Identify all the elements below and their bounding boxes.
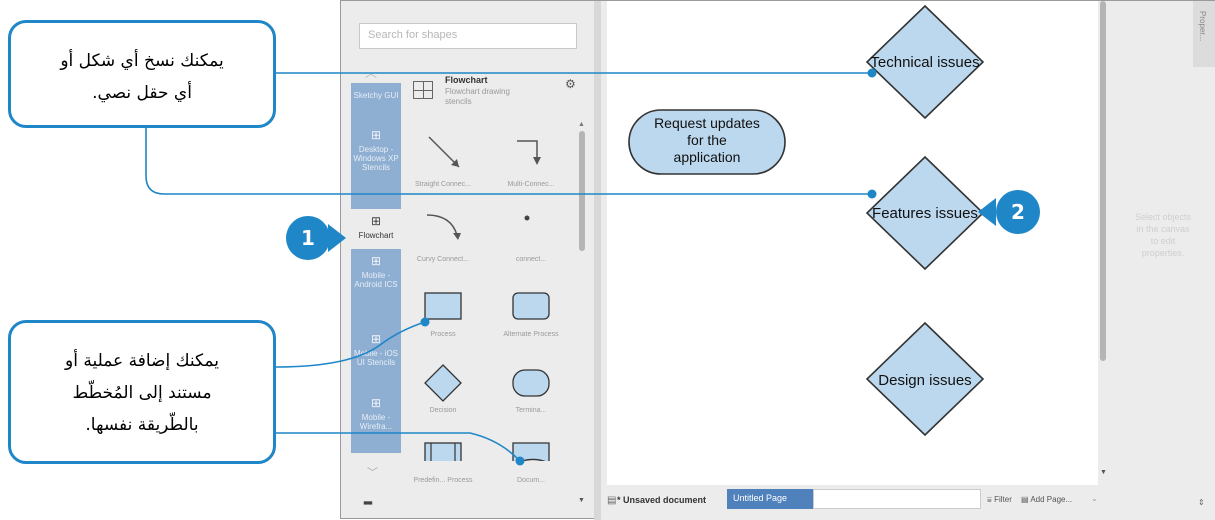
badge-pointer [328,224,346,252]
callout-line: أي حقل نصي. [92,83,192,103]
callout-line: مستند إلى المُخطّط [72,383,212,403]
callout-line: يمكنك نسخ أي شكل أو [60,51,224,71]
callout-line: بالطّريقة نفسها. [85,415,199,435]
badge-pointer [978,198,996,226]
step-badge-2: 2 [996,190,1040,234]
step-badge-1: 1 [286,216,330,260]
callout-add-process: يمكنك إضافة عملية أو مستند إلى المُخطّط … [8,320,276,464]
callout-copy-shapes: يمكنك نسخ أي شكل أو أي حقل نصي. [8,20,276,128]
callout-line: يمكنك إضافة عملية أو [65,351,219,371]
